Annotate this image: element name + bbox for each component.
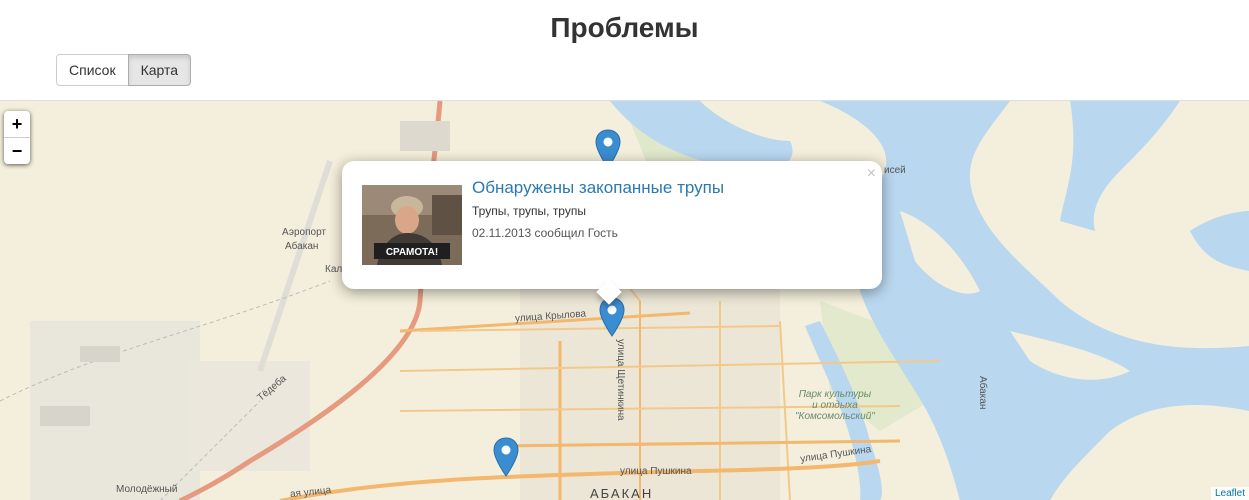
zoom-out-button[interactable]: − bbox=[4, 138, 30, 164]
map-marker-icon[interactable] bbox=[493, 437, 519, 477]
popup-close-button[interactable]: × bbox=[867, 165, 876, 183]
shchetinkina-street-label: улица Щетинкина bbox=[615, 339, 626, 421]
airport-label-line2: Абакан bbox=[285, 241, 319, 252]
zoom-control: + − bbox=[4, 111, 30, 164]
pushkina-street-label: улица Пушкина bbox=[620, 466, 692, 477]
list-view-button[interactable]: Список bbox=[56, 54, 129, 86]
yenisey-label: исей bbox=[884, 165, 906, 176]
thumbnail-caption: СРАМОТА! bbox=[386, 247, 438, 258]
city-label: АБАКАН bbox=[590, 486, 654, 500]
problem-title-link[interactable]: Обнаружены закопанные трупы bbox=[472, 178, 724, 198]
park-label-line1: Парк культуры bbox=[798, 389, 872, 400]
map[interactable]: + − Аэропорт Абакан Кал улица Крылова ул… bbox=[0, 100, 1249, 500]
problem-meta: 02.11.2013 сообщил Гость bbox=[472, 226, 618, 240]
park-label-line3: "Комсомольский" bbox=[795, 411, 875, 422]
page-title: Проблемы bbox=[550, 12, 699, 43]
park-label: Парк культуры и отдыха "Комсомольский" bbox=[795, 389, 875, 422]
abakan-river-label: Абакан bbox=[977, 376, 988, 410]
zoom-in-button[interactable]: + bbox=[4, 111, 30, 138]
leaflet-attribution-link[interactable]: Leaflet bbox=[1210, 487, 1249, 500]
map-marker-icon[interactable] bbox=[599, 297, 625, 337]
marker-popup: × СРАМОТА! Обнаружены закопанные трупы Т… bbox=[342, 161, 882, 305]
molodezhny-label: Молодёжный bbox=[116, 484, 178, 495]
map-view-button[interactable]: Карта bbox=[127, 54, 192, 86]
view-toggle: Список Карта bbox=[56, 54, 192, 86]
problem-thumbnail[interactable]: СРАМОТА! bbox=[362, 185, 462, 265]
airport-label-line1: Аэропорт bbox=[282, 227, 327, 238]
kal-label: Кал bbox=[325, 264, 343, 275]
problem-description: Трупы, трупы, трупы bbox=[472, 204, 586, 218]
park-label-line2: и отдыха bbox=[812, 400, 858, 411]
